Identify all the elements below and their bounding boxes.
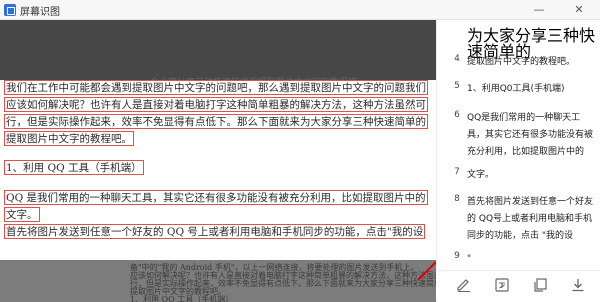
copy-icon[interactable] (532, 277, 548, 293)
translate-icon[interactable] (494, 277, 510, 293)
ocr-item-number: 9 (454, 251, 460, 261)
ocr-item-text[interactable]: QQ是我们常用的一种聊天工 (467, 110, 597, 126)
title-bar: 屏幕识图 — ✕ (0, 0, 600, 20)
ocr-item-text[interactable]: 提取图片中文字的教程吧。 (467, 54, 597, 70)
ocr-item-text[interactable]: 充分利用，比如提取图片中的 (467, 144, 597, 160)
ocr-item-text[interactable]: 1、利用Q0工具(手机端) (467, 81, 597, 97)
ocr-item-number: 5 (454, 81, 460, 91)
ocr-item-text[interactable]: 同步的功能，点击 "我的设 (467, 228, 597, 244)
ocr-item-number: 7 (454, 167, 460, 177)
recognized-line[interactable]: 文字。 (4, 207, 40, 222)
close-button[interactable]: ✕ (568, 2, 590, 18)
ocr-result-panel[interactable]: 为大家分享三种快速简单的 4 提取图片中文字的教程吧。 5 1、利用Q0工具(手… (436, 20, 600, 302)
ocr-item-text[interactable]: 的 QQ号上或者利用电脑和手机 (467, 211, 597, 227)
app-logo-icon (4, 4, 16, 16)
dimmed-region-top (0, 20, 436, 80)
recognized-line[interactable]: 应该如何解决呢？也许有人是直接对着电脑打字这种简单粗暴的解决方法，这种方法虽然可 (4, 97, 428, 112)
selected-text-region[interactable]: 我们在工作中可能都会遇到提取图片中文字的问题吧，那么遇到提取图片中文字的问题我们… (0, 80, 436, 260)
edit-icon[interactable] (456, 277, 472, 293)
recognized-line[interactable]: 提取图片中文字的教程吧。 (4, 131, 134, 146)
recognized-line[interactable]: QQ 是我们常用的一种聊天工具，其实它还有很多功能没有被充分利用，比如提取图片中… (4, 190, 428, 205)
ocr-item-text[interactable]: 首先将图片发送到任意一个好友 (467, 194, 597, 210)
recognized-line[interactable]: 1、利用 QQ 工具（手机端） (4, 160, 144, 175)
ocr-item-text[interactable]: 文字。 (467, 167, 597, 183)
ocr-item-number: 8 (454, 194, 460, 204)
window-title: 屏幕识图 (20, 7, 60, 18)
ocr-item-number: 4 (454, 54, 460, 64)
download-icon[interactable] (570, 277, 586, 293)
recognized-line[interactable]: 行，但是实际操作起来，效率不免显得有点低下。那么下面就来为大家分享三种快速简单的 (4, 114, 428, 129)
recognized-line[interactable]: 我们在工作中可能都会遇到提取图片中文字的问题吧，那么遇到提取图片中文字的问题我们 (4, 80, 428, 95)
ocr-toolbar (436, 270, 600, 300)
dimmed-region-bottom: 备"中的"我的 Android 手机"，以上一网络连接，将要处理的图片发送到手机… (0, 260, 436, 302)
recognized-line[interactable]: 首先将图片发送到任意一个好友的 QQ 号上或者利用电脑和手机同步的功能，点击"我… (4, 224, 426, 239)
ocr-item-number: 6 (454, 110, 460, 120)
ocr-item-text[interactable]: " (467, 251, 597, 267)
captured-image-area[interactable]: 今大家分享三种快速简单的提取图片中文字的教程吧 我们在工作中可能都会遇到提取图片… (0, 20, 436, 302)
minimize-button[interactable]: — (528, 2, 550, 18)
ocr-item-text[interactable]: 具，其实它还有很多功能没有被 (467, 127, 597, 143)
dimmed-line: 1、利用 QQ 工具（手机端） (130, 295, 234, 302)
